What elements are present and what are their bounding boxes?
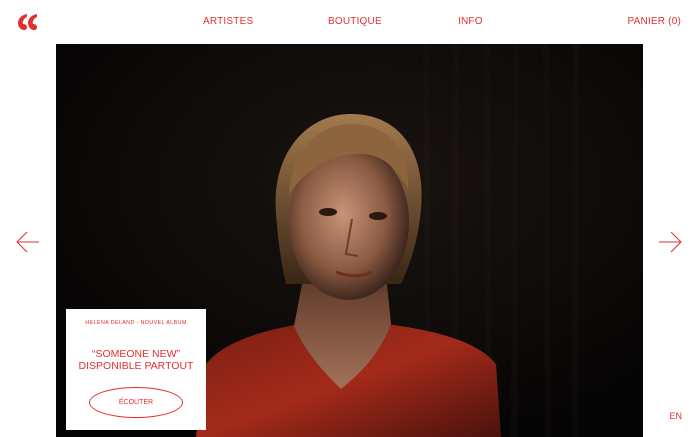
carousel-next-button[interactable]: [658, 230, 682, 254]
nav-cart[interactable]: PANIER (0): [628, 16, 682, 27]
album-promo-card: HELENA DELAND - NOUVEL ALBUM “SOMEONE NE…: [66, 309, 206, 430]
card-eyebrow: HELENA DELAND - NOUVEL ALBUM: [85, 320, 187, 326]
brand-logo[interactable]: [18, 13, 38, 31]
nav-boutique[interactable]: BOUTIQUE: [328, 16, 382, 27]
nav-info[interactable]: INFO: [458, 16, 483, 27]
listen-button[interactable]: ÉCOUTER: [89, 387, 183, 418]
carousel-prev-button[interactable]: [16, 230, 40, 254]
language-switcher[interactable]: EN: [669, 411, 682, 421]
arrow-right-icon: [659, 231, 682, 253]
card-title-line2: DISPONIBLE PARTOUT: [78, 360, 194, 372]
card-title-line1: “SOMEONE NEW”: [91, 348, 181, 360]
arrow-left-icon: [16, 231, 39, 253]
quote-logo-icon: [18, 14, 37, 30]
card-title: “SOMEONE NEW” DISPONIBLE PARTOUT: [66, 348, 206, 372]
nav-artistes[interactable]: ARTISTES: [203, 16, 253, 27]
